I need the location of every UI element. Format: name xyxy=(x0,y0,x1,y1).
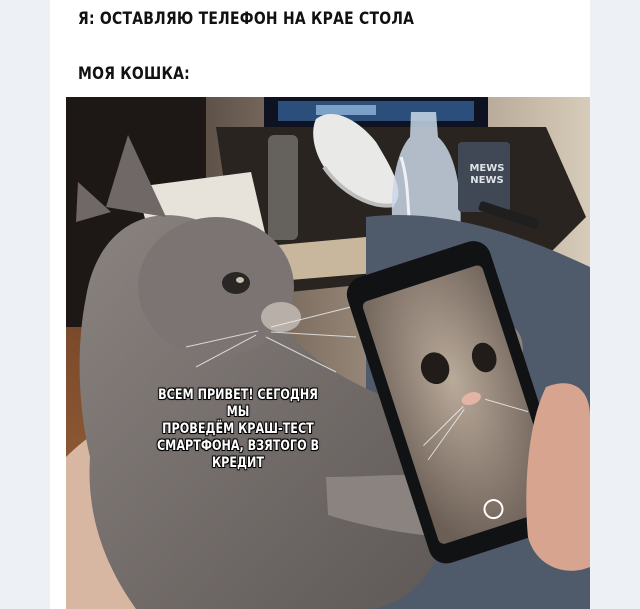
overlay-line: ПРОВЕДЁМ КРАШ-ТЕСТ xyxy=(162,421,314,437)
meme-caption-top: Я: ОСТАВЛЯЮ ТЕЛЕФОН НА КРАЕ СТОЛА xyxy=(78,9,415,29)
overlay-line: СМАРТФОНА, ВЗЯТОГО В xyxy=(156,438,320,454)
tv xyxy=(264,97,488,127)
overlay-line: КРЕДИТ xyxy=(211,455,264,471)
meme-caption-second: МОЯ КОШКА: xyxy=(78,64,190,84)
cat-photo-illustration xyxy=(66,97,590,609)
cat-eye xyxy=(222,272,250,294)
meme-photo xyxy=(66,97,590,609)
mug-label: MEWS NEWS xyxy=(465,163,509,187)
cat-muzzle xyxy=(261,302,301,332)
mug-label-line: NEWS xyxy=(470,175,504,186)
overlay-line: ВСЕМ ПРИВЕТ! СЕГОДНЯ МЫ xyxy=(158,387,318,420)
meme-overlay-text: ВСЕМ ПРИВЕТ! СЕГОДНЯ МЫ ПРОВЕДЁМ КРАШ-ТЕ… xyxy=(150,387,326,472)
glass xyxy=(268,135,298,240)
mug-label-line: MEWS xyxy=(469,163,505,174)
